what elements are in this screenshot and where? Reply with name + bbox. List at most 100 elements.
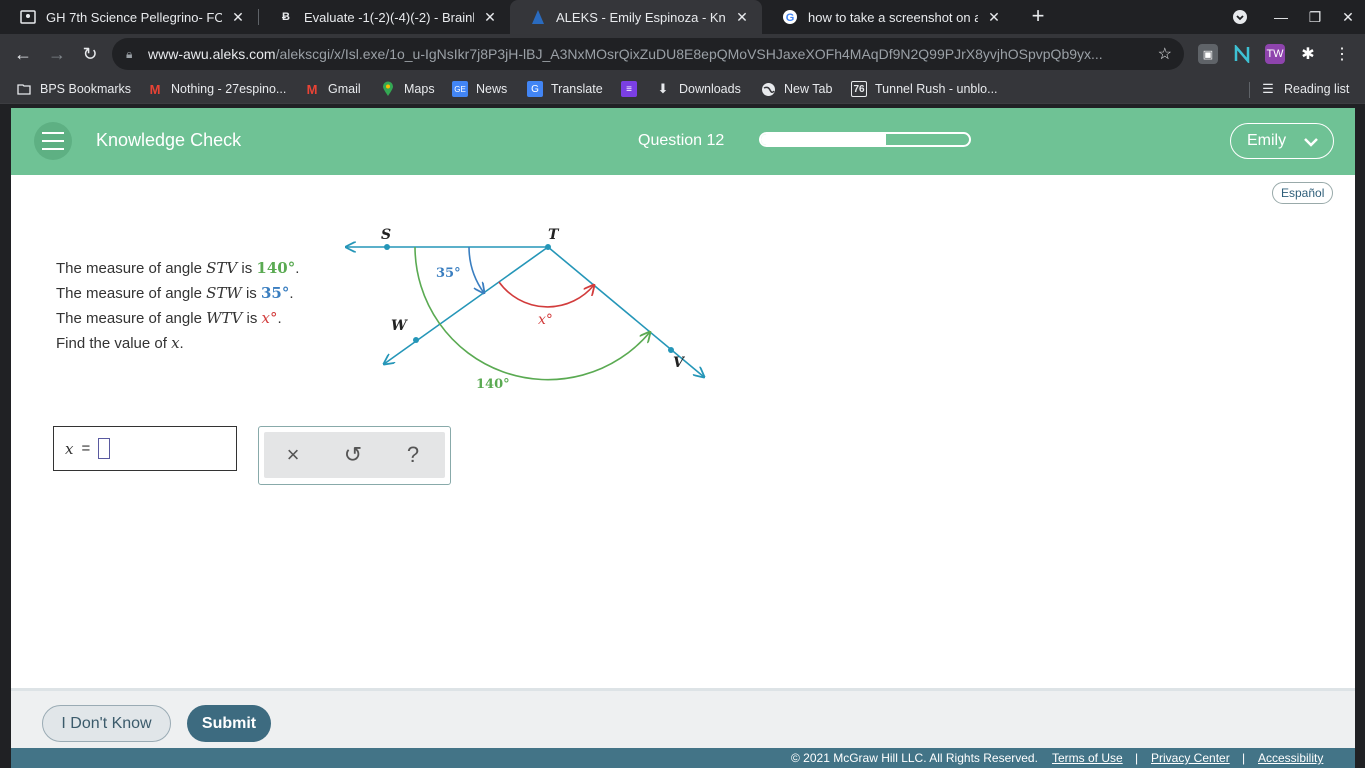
close-icon[interactable]: ✕ [230, 9, 246, 26]
label-s: S [381, 227, 391, 243]
download-icon: ⬇ [657, 81, 669, 96]
problem-line-1: The measure of angle STV is 140°. [56, 259, 300, 277]
bookmark-nothing[interactable]: M Nothing - 27espino... [147, 80, 287, 98]
answer-variable: x [65, 439, 74, 458]
reading-list[interactable]: ☰ Reading list [1260, 80, 1349, 98]
undo-icon[interactable]: ↺ [333, 438, 373, 472]
accessibility-link[interactable]: Accessibility [1258, 751, 1323, 765]
tab-search-icon[interactable] [1223, 0, 1257, 34]
privacy-link[interactable]: Privacy Center [1151, 751, 1230, 765]
i-dont-know-button[interactable]: I Don't Know [42, 705, 171, 742]
point-w [413, 337, 419, 343]
input-cursor-box[interactable] [98, 438, 111, 459]
folder-icon [16, 81, 32, 97]
bookmark-bps[interactable]: BPS Bookmarks [16, 80, 131, 98]
problem-line-3: The measure of angle WTV is x°. [56, 309, 282, 327]
tab-brainly[interactable]: Ƀ Evaluate -1(-2)(-4)(-2) - Brainly.co ✕ [258, 0, 510, 34]
new-tab-button[interactable]: + [1026, 4, 1050, 28]
n-extension-icon[interactable] [1232, 44, 1252, 64]
gmail-icon: M [149, 81, 161, 97]
translate-icon: G [527, 81, 543, 97]
reading-list-icon: ☰ [1262, 81, 1274, 96]
bookmark-gmail[interactable]: M Gmail [304, 80, 361, 98]
app-title: Knowledge Check [96, 130, 242, 150]
news-icon: GE [452, 81, 468, 97]
maps-icon [380, 81, 396, 97]
bookmark-downloads[interactable]: ⬇ Downloads [655, 80, 741, 98]
label-w: W [391, 318, 408, 334]
progress-bar [759, 132, 971, 147]
tab-aleks[interactable]: ALEKS - Emily Espinoza - Knowle ✕ [510, 0, 762, 34]
globe-icon [760, 81, 776, 97]
label-140-degrees: 140° [476, 377, 510, 392]
reload-icon[interactable]: ↻ [76, 40, 104, 68]
clear-icon[interactable]: × [273, 438, 313, 472]
bookmark-label: New Tab [784, 82, 833, 96]
close-icon[interactable]: ✕ [734, 9, 750, 26]
hamburger-menu-button[interactable] [34, 122, 72, 160]
bookmark-label: News [476, 82, 508, 96]
legal-separator: | [1135, 751, 1139, 765]
game-icon: 76 [851, 81, 867, 97]
chevron-down-icon [1303, 134, 1319, 155]
label-v: V [673, 355, 686, 371]
submit-button[interactable]: Submit [187, 705, 271, 742]
legal-separator: | [1242, 751, 1246, 765]
arc-35 [468, 246, 484, 293]
bookmark-news[interactable]: GE News [452, 80, 507, 98]
tw-extension-icon[interactable]: TW [1265, 44, 1285, 64]
bookmark-label: Nothing - 27espino... [171, 82, 287, 96]
gmail-icon: M [306, 81, 318, 97]
address-bar[interactable]: 🔒︎ www-awu.aleks.com /alekscgi/x/Isl.exe… [112, 38, 1184, 70]
url-path: /alekscgi/x/Isl.exe/1o_u-IgNsIkr7j8P3jH-… [275, 46, 1103, 62]
bookmark-translate[interactable]: G Translate [527, 80, 603, 98]
bookmark-label: Maps [404, 82, 435, 96]
question-label: Question 12 [638, 132, 725, 149]
forward-icon[interactable]: → [43, 40, 71, 68]
tab-title: Evaluate -1(-2)(-4)(-2) - Brainly.co [304, 9, 474, 25]
answer-input[interactable]: x = [53, 426, 237, 471]
lock-icon: 🔒︎ [126, 46, 133, 61]
bookmark-list[interactable]: ≡ [621, 80, 645, 98]
user-menu-button[interactable]: Emily [1230, 123, 1334, 159]
point-t [545, 244, 551, 250]
terms-link[interactable]: Terms of Use [1052, 751, 1123, 765]
user-name: Emily [1247, 132, 1287, 149]
progress-fill [761, 134, 886, 145]
tab-google[interactable]: G how to take a screenshot on a ch ✕ [762, 0, 1014, 34]
bookmark-maps[interactable]: Maps [380, 80, 435, 98]
help-icon[interactable]: ? [393, 438, 433, 472]
close-icon[interactable]: ✕ [482, 9, 498, 26]
point-v [668, 347, 674, 353]
bookmark-newtab[interactable]: New Tab [760, 80, 832, 98]
tab-title: ALEKS - Emily Espinoza - Knowle [556, 9, 726, 25]
puzzle-icon[interactable]: ✱ [1298, 44, 1318, 64]
equals-sign: = [81, 440, 91, 457]
label-t: T [548, 227, 560, 243]
back-icon[interactable]: ← [9, 40, 37, 68]
problem-statement: The measure of angle STV is 140°. The me… [56, 256, 299, 356]
copyright-text: © 2021 McGraw Hill LLC. All Rights Reser… [791, 751, 1038, 765]
problem-line-4: Find the value of x. [56, 334, 184, 352]
language-toggle-button[interactable]: Español [1272, 182, 1334, 204]
browser-toolbar: ← → ↻ 🔒︎ www-awu.aleks.com /alekscgi/x/I… [0, 34, 1365, 74]
bookmarks-separator [1249, 82, 1250, 98]
bookmark-label: Translate [551, 82, 603, 96]
minimize-icon[interactable]: — [1264, 0, 1298, 34]
extension-icon[interactable]: ▣ [1198, 44, 1218, 64]
google-icon: G [782, 9, 798, 25]
label-35-degrees: 35° [436, 266, 461, 281]
close-icon[interactable]: ✕ [986, 9, 1002, 26]
app-header: Knowledge Check Question 12 Emily [11, 108, 1355, 175]
svg-text:G: G [786, 12, 795, 24]
window-close-icon[interactable]: ✕ [1331, 0, 1365, 34]
tab-classroom[interactable]: GH 7th Science Pellegrino- FOUR ✕ [0, 0, 258, 34]
more-menu-icon[interactable]: ⋮ [1332, 44, 1352, 64]
bookmark-tunnel-rush[interactable]: 76 Tunnel Rush - unblo... [851, 80, 998, 98]
browser-tab-strip: GH 7th Science Pellegrino- FOUR ✕ Ƀ Eval… [0, 0, 1365, 34]
bookmark-star-icon[interactable]: ☆ [1158, 44, 1172, 64]
reading-list-label: Reading list [1284, 82, 1350, 96]
legal-footer: © 2021 McGraw Hill LLC. All Rights Reser… [11, 748, 1355, 768]
bookmark-label: Downloads [679, 82, 741, 96]
restore-icon[interactable]: ❐ [1298, 0, 1332, 34]
